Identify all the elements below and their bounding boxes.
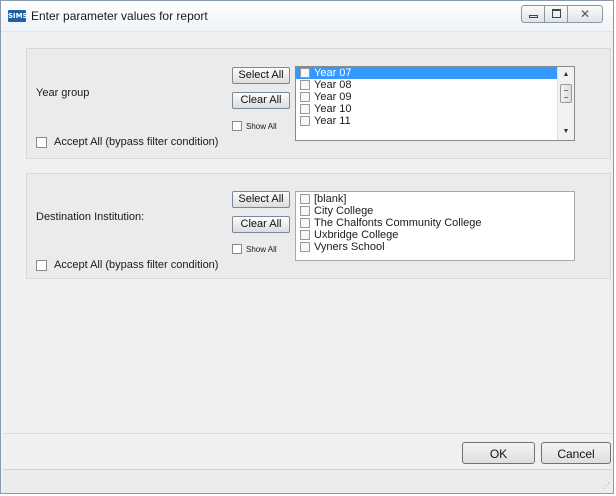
maximize-icon — [552, 9, 561, 18]
list-item[interactable]: Year 11 — [296, 115, 574, 127]
list-item[interactable]: Year 08 — [296, 79, 574, 91]
list-item[interactable]: The Chalfonts Community College — [296, 217, 574, 229]
year-group-show-all-label: Show All — [246, 122, 277, 131]
close-icon: ✕ — [580, 7, 591, 21]
list-item[interactable]: Vyners School — [296, 241, 574, 253]
scroll-up-icon[interactable]: ▲ — [558, 67, 574, 83]
list-item[interactable]: Uxbridge College — [296, 229, 574, 241]
item-checkbox[interactable] — [300, 206, 310, 216]
item-checkbox[interactable] — [300, 230, 310, 240]
year-group-listbox[interactable]: Year 07 Year 08 Year 09 Year 10 Year 11 … — [295, 66, 575, 141]
destination-institution-label: Destination Institution: — [36, 211, 145, 223]
item-checkbox[interactable] — [300, 80, 310, 90]
item-checkbox[interactable] — [300, 218, 310, 228]
destination-select-all-button[interactable]: Select All — [232, 191, 290, 208]
list-item[interactable]: Year 07 — [296, 67, 574, 79]
year-group-scrollbar[interactable]: ▲ ▼ — [557, 67, 574, 140]
item-checkbox[interactable] — [300, 68, 310, 78]
destination-show-all-label: Show All — [246, 245, 277, 254]
list-item[interactable]: City College — [296, 205, 574, 217]
item-checkbox[interactable] — [300, 194, 310, 204]
item-checkbox[interactable] — [300, 92, 310, 102]
cancel-button[interactable]: Cancel — [541, 442, 611, 464]
destination-institution-listbox[interactable]: [blank] City College The Chalfonts Commu… — [295, 191, 575, 261]
list-item[interactable]: [blank] — [296, 193, 574, 205]
destination-accept-all-label: Accept All (bypass filter condition) — [54, 259, 219, 271]
window-title: Enter parameter values for report — [31, 9, 208, 23]
window-controls: ✕ — [521, 5, 603, 25]
year-group-parameter: Year group Select All Clear All Show All… — [26, 48, 611, 159]
scroll-down-icon[interactable]: ▼ — [558, 124, 574, 140]
destination-show-all-checkbox[interactable] — [232, 244, 242, 254]
year-group-select-all-button[interactable]: Select All — [232, 67, 290, 84]
title-bar[interactable]: SIMS Enter parameter values for report ✕ — [1, 1, 613, 32]
list-item[interactable]: Year 10 — [296, 103, 574, 115]
minimize-icon — [529, 15, 538, 18]
scroll-thumb[interactable] — [560, 84, 572, 103]
maximize-button[interactable] — [544, 5, 568, 23]
destination-accept-all-checkbox[interactable] — [36, 260, 47, 271]
item-checkbox[interactable] — [300, 116, 310, 126]
status-bar: ⋰ — [3, 469, 612, 493]
item-checkbox[interactable] — [300, 104, 310, 114]
ok-button[interactable]: OK — [462, 442, 535, 464]
report-parameters-dialog: SIMS Enter parameter values for report ✕… — [0, 0, 614, 494]
year-group-show-all-checkbox[interactable] — [232, 121, 242, 131]
destination-institution-parameter: Destination Institution: Select All Clea… — [26, 173, 611, 279]
destination-clear-all-button[interactable]: Clear All — [232, 216, 290, 233]
list-item[interactable]: Year 09 — [296, 91, 574, 103]
close-button[interactable]: ✕ — [567, 5, 603, 23]
year-group-label: Year group — [36, 87, 90, 99]
year-group-accept-all-checkbox[interactable] — [36, 137, 47, 148]
item-checkbox[interactable] — [300, 242, 310, 252]
year-group-clear-all-button[interactable]: Clear All — [232, 92, 290, 109]
minimize-button[interactable] — [521, 5, 545, 23]
resize-grip-icon[interactable]: ⋰ — [600, 481, 610, 491]
year-group-accept-all-label: Accept All (bypass filter condition) — [54, 136, 219, 148]
sims-app-icon: SIMS — [8, 10, 28, 22]
